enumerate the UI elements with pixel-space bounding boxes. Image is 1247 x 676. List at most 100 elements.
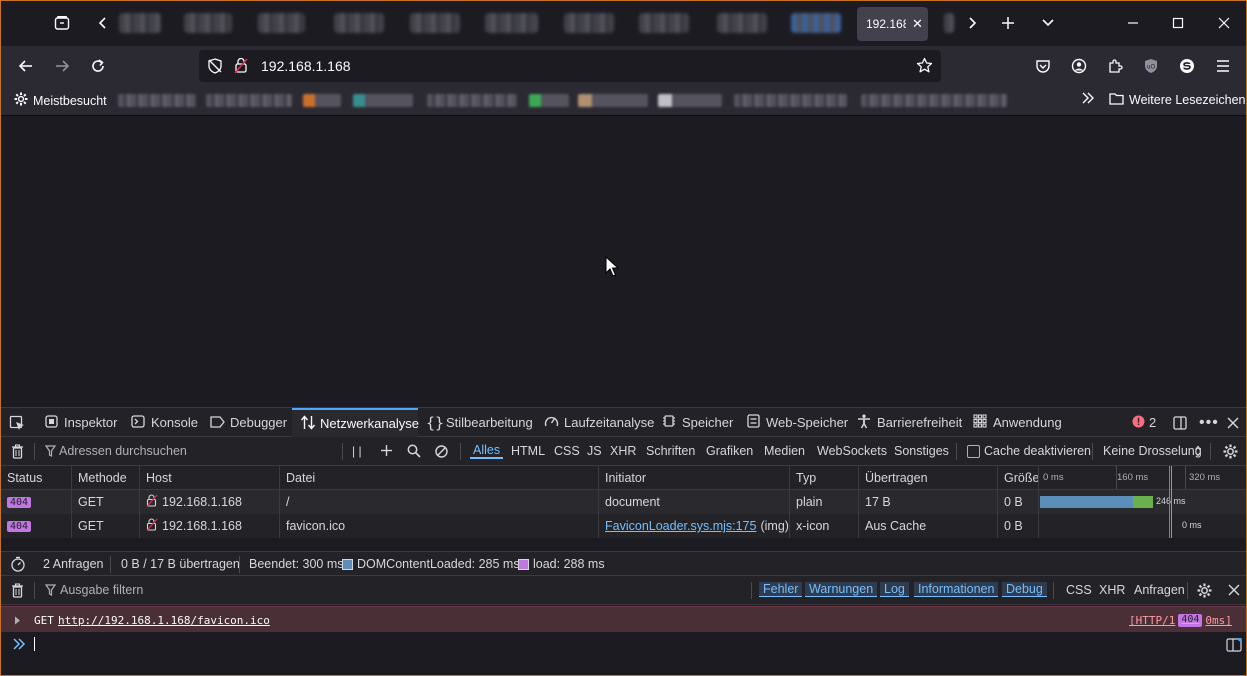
url-text[interactable]: 192.168.1.168: [261, 58, 351, 74]
url-filter-input[interactable]: Adressen durchsuchen: [59, 444, 187, 458]
list-all-tabs-icon[interactable]: [1036, 11, 1060, 35]
column-header-method[interactable]: Methode: [72, 466, 140, 489]
bookmark-blurred[interactable]: [427, 94, 517, 107]
column-header-size[interactable]: Größe: [998, 466, 1039, 489]
table-row[interactable]: 404 GET 192.168.1.168 / document plain 1…: [1, 490, 1246, 514]
tab-blurred[interactable]: [258, 13, 305, 33]
console-filter-xhr[interactable]: XHR: [1099, 583, 1125, 597]
filter-all[interactable]: Alles: [470, 443, 504, 459]
bookmark-most-visited[interactable]: Meistbesucht: [14, 92, 107, 109]
tab-blurred[interactable]: [184, 13, 232, 33]
pause-icon[interactable]: | |: [352, 444, 362, 458]
level-log[interactable]: Log: [880, 582, 909, 597]
level-info[interactable]: Informationen: [914, 582, 999, 597]
tab-active[interactable]: 192.168.1.168 ✕: [857, 7, 928, 41]
maximize-icon[interactable]: [1166, 11, 1190, 35]
trash-icon[interactable]: [11, 444, 24, 462]
filter-js[interactable]: JS: [587, 444, 602, 458]
clear-console-trash-icon[interactable]: [11, 583, 24, 601]
column-header-initiator[interactable]: Initiator: [599, 466, 790, 489]
message-status[interactable]: [HTTP/1 404 0ms]: [1129, 614, 1232, 627]
back-icon[interactable]: [14, 54, 38, 78]
throttle-select[interactable]: Keine Drosselung: [1103, 444, 1202, 458]
tabs-scroll-left-icon[interactable]: [91, 11, 115, 35]
console-filter-requests[interactable]: Anfragen: [1134, 583, 1185, 597]
console-message-error[interactable]: GET http://192.168.1.168/favicon.ico [HT…: [1, 606, 1246, 632]
column-header-status[interactable]: Status: [1, 466, 72, 489]
other-bookmarks[interactable]: Weitere Lesezeichen: [1109, 92, 1246, 108]
tab-blurred[interactable]: [485, 13, 538, 33]
dock-toggle-icon[interactable]: [1173, 408, 1187, 437]
tab-inspector[interactable]: Inspektor: [44, 408, 117, 437]
editor-mode-toggle-icon[interactable]: [1226, 637, 1242, 655]
tab-blurred[interactable]: [944, 13, 954, 33]
console-input[interactable]: [1, 632, 1246, 675]
tab-blurred[interactable]: [119, 13, 161, 33]
filter-images[interactable]: Grafiken: [706, 444, 753, 458]
new-tab-icon[interactable]: [996, 11, 1020, 35]
tab-application[interactable]: Anwendung: [973, 408, 1062, 437]
bookmark-blurred[interactable]: [861, 94, 1007, 107]
filter-media[interactable]: Medien: [764, 444, 805, 458]
filter-fonts[interactable]: Schriften: [646, 444, 695, 458]
column-header-file[interactable]: Datei: [280, 466, 599, 489]
ublock-origin-icon[interactable]: uO: [1139, 54, 1163, 78]
tab-blurred[interactable]: [717, 13, 767, 33]
reload-icon[interactable]: [86, 54, 110, 78]
forward-icon[interactable]: [50, 54, 74, 78]
block-icon[interactable]: [435, 445, 448, 461]
tab-blurred[interactable]: [410, 13, 460, 33]
tab-network[interactable]: Netzwerkanalyse: [292, 408, 419, 437]
stopwatch-icon[interactable]: [10, 556, 26, 572]
tab-debugger[interactable]: Debugger: [210, 408, 287, 437]
vpn-extension-icon[interactable]: [1175, 54, 1199, 78]
close-window-icon[interactable]: [1212, 11, 1236, 35]
filter-xhr[interactable]: XHR: [610, 444, 636, 458]
expand-arrow-icon[interactable]: [14, 615, 21, 628]
tabs-scroll-right-icon[interactable]: [960, 11, 984, 35]
level-debug[interactable]: Debug: [1002, 582, 1047, 597]
add-request-icon[interactable]: [380, 444, 393, 460]
network-settings-gear-icon[interactable]: [1223, 444, 1238, 462]
level-warnings[interactable]: Warnungen: [805, 582, 878, 597]
tab-console[interactable]: Konsole: [131, 408, 198, 437]
tab-close-icon[interactable]: ✕: [912, 16, 923, 32]
tab-blurred[interactable]: [334, 13, 384, 33]
filter-websockets[interactable]: WebSockets: [817, 444, 887, 458]
tab-storage[interactable]: Web-Speicher: [746, 408, 848, 437]
tab-accessibility[interactable]: Barrierefreiheit: [857, 408, 962, 437]
bookmark-blurred[interactable]: [118, 94, 196, 107]
element-picker-icon[interactable]: [9, 408, 25, 437]
close-split-console-icon[interactable]: [1228, 584, 1240, 599]
pocket-icon[interactable]: [1031, 54, 1055, 78]
bookmark-star-icon[interactable]: [916, 57, 933, 77]
filter-html[interactable]: HTML: [511, 444, 545, 458]
table-row[interactable]: 404 GET 192.168.1.168 favicon.ico Favico…: [1, 514, 1246, 538]
initiator-link[interactable]: FaviconLoader.sys.mjs:175: [605, 519, 756, 533]
tab-blurred[interactable]: [791, 13, 841, 33]
filter-css[interactable]: CSS: [554, 444, 580, 458]
account-icon[interactable]: [1067, 54, 1091, 78]
extensions-icon[interactable]: [1103, 54, 1127, 78]
minimize-icon[interactable]: [1121, 11, 1145, 35]
bookmark-blurred[interactable]: [734, 94, 847, 107]
console-filter-css[interactable]: CSS: [1066, 583, 1092, 597]
bookmark-blurred[interactable]: [353, 94, 413, 107]
close-devtools-icon[interactable]: [1227, 408, 1239, 437]
column-header-transferred[interactable]: Übertragen: [859, 466, 998, 489]
column-header-type[interactable]: Typ: [790, 466, 859, 489]
insecure-lock-icon[interactable]: [234, 57, 248, 77]
column-header-host[interactable]: Host: [140, 466, 280, 489]
firefox-view-icon[interactable]: [50, 11, 74, 35]
column-header-waterfall[interactable]: 0 ms 160 ms 320 ms: [1039, 466, 1246, 489]
bookmark-blurred[interactable]: [529, 94, 569, 107]
tab-performance[interactable]: Laufzeitanalyse: [544, 408, 654, 437]
tracking-protection-icon[interactable]: [207, 58, 223, 77]
bookmark-blurred[interactable]: [578, 94, 648, 107]
app-menu-icon[interactable]: [1211, 54, 1235, 78]
tab-blurred[interactable]: [564, 13, 614, 33]
tab-style-editor[interactable]: {} Stilbearbeitung: [426, 408, 533, 437]
console-filter-input[interactable]: Ausgabe filtern: [60, 583, 143, 597]
search-icon[interactable]: [407, 444, 421, 461]
console-settings-gear-icon[interactable]: [1197, 583, 1212, 601]
